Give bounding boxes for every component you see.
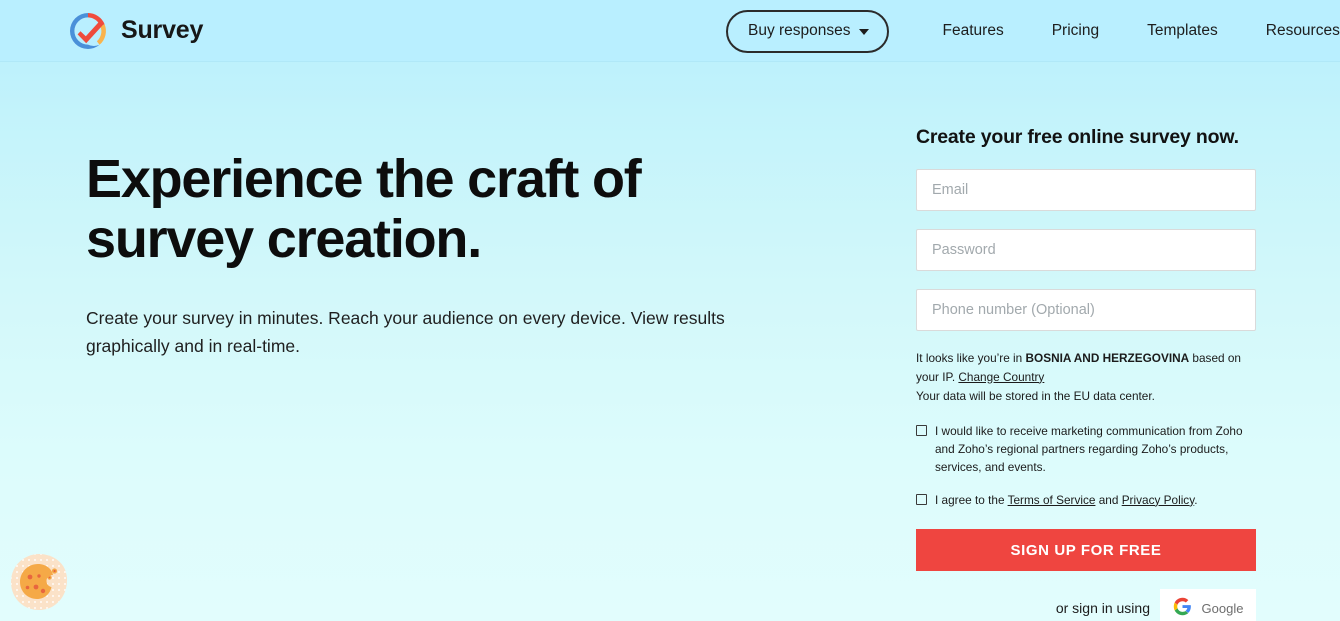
- geo-prefix: It looks like you’re in: [916, 351, 1026, 365]
- marketing-consent-label: I would like to receive marketing commun…: [935, 423, 1243, 475]
- email-field[interactable]: [916, 169, 1256, 211]
- nav-item-features[interactable]: Features: [919, 22, 1028, 40]
- terms-prefix: I agree to the: [935, 492, 1008, 507]
- main-navigation: Buy responses Features Pricing Templates…: [726, 0, 1340, 62]
- change-country-link[interactable]: Change Country: [958, 370, 1044, 384]
- nav-item-resources[interactable]: Resources: [1242, 22, 1340, 40]
- brand-logo-link[interactable]: Survey: [66, 9, 203, 53]
- chevron-down-icon: [858, 29, 869, 35]
- zoho-survey-logo-icon: [66, 9, 110, 53]
- marketing-consent-checkbox[interactable]: [916, 424, 927, 436]
- marketing-consent-row: I would like to receive marketing commun…: [916, 422, 1256, 477]
- terms-of-service-link[interactable]: Terms of Service: [1008, 493, 1096, 507]
- social-signin-label: or sign in using: [1055, 600, 1150, 616]
- brand-name: Survey: [121, 16, 204, 44]
- terms-suffix: .: [1194, 492, 1198, 507]
- hero-section: Experience the craft of survey creation.…: [86, 149, 786, 360]
- terms-consent-row: I agree to the Terms of Service and Priv…: [916, 491, 1256, 509]
- hero-subtitle: Create your survey in minutes. Reach you…: [86, 307, 725, 356]
- buy-responses-button[interactable]: Buy responses: [726, 9, 889, 53]
- page-title: Experience the craft of survey creation.: [86, 149, 642, 269]
- buy-responses-label: Buy responses: [748, 22, 851, 39]
- nav-item-templates[interactable]: Templates: [1123, 22, 1242, 40]
- signup-title: Create your free online survey now.: [916, 126, 1239, 148]
- cookie-icon: [8, 554, 70, 617]
- nav-links: Features Pricing Templates Resources: [919, 22, 1340, 40]
- google-g-icon: [1173, 597, 1192, 619]
- terms-middle: and: [1095, 492, 1122, 507]
- data-center-note: Your data will be stored in the EU data …: [916, 389, 1155, 404]
- geo-location-note: It looks like you’re in BOSNIA AND HERZE…: [916, 349, 1256, 386]
- site-header: Survey Buy responses Features Pricing Te…: [0, 0, 1340, 62]
- phone-field[interactable]: [916, 289, 1256, 331]
- cookie-consent-button[interactable]: [8, 551, 70, 613]
- signup-form: Create your free online survey now. It l…: [916, 126, 1256, 621]
- terms-consent-label: I agree to the Terms of Service and Priv…: [935, 491, 1198, 509]
- google-signin-button[interactable]: Google: [1160, 589, 1256, 621]
- google-signin-label: Google: [1201, 600, 1244, 616]
- password-field[interactable]: [916, 229, 1256, 271]
- privacy-policy-link[interactable]: Privacy Policy: [1122, 493, 1195, 507]
- sign-up-button[interactable]: SIGN UP FOR FREE: [916, 529, 1256, 571]
- terms-consent-checkbox[interactable]: [916, 493, 927, 505]
- nav-item-pricing[interactable]: Pricing: [1028, 22, 1123, 40]
- social-signin-row: or sign in using Google: [916, 589, 1256, 621]
- geo-country: BOSNIA AND HERZEGOVINA: [1025, 351, 1190, 365]
